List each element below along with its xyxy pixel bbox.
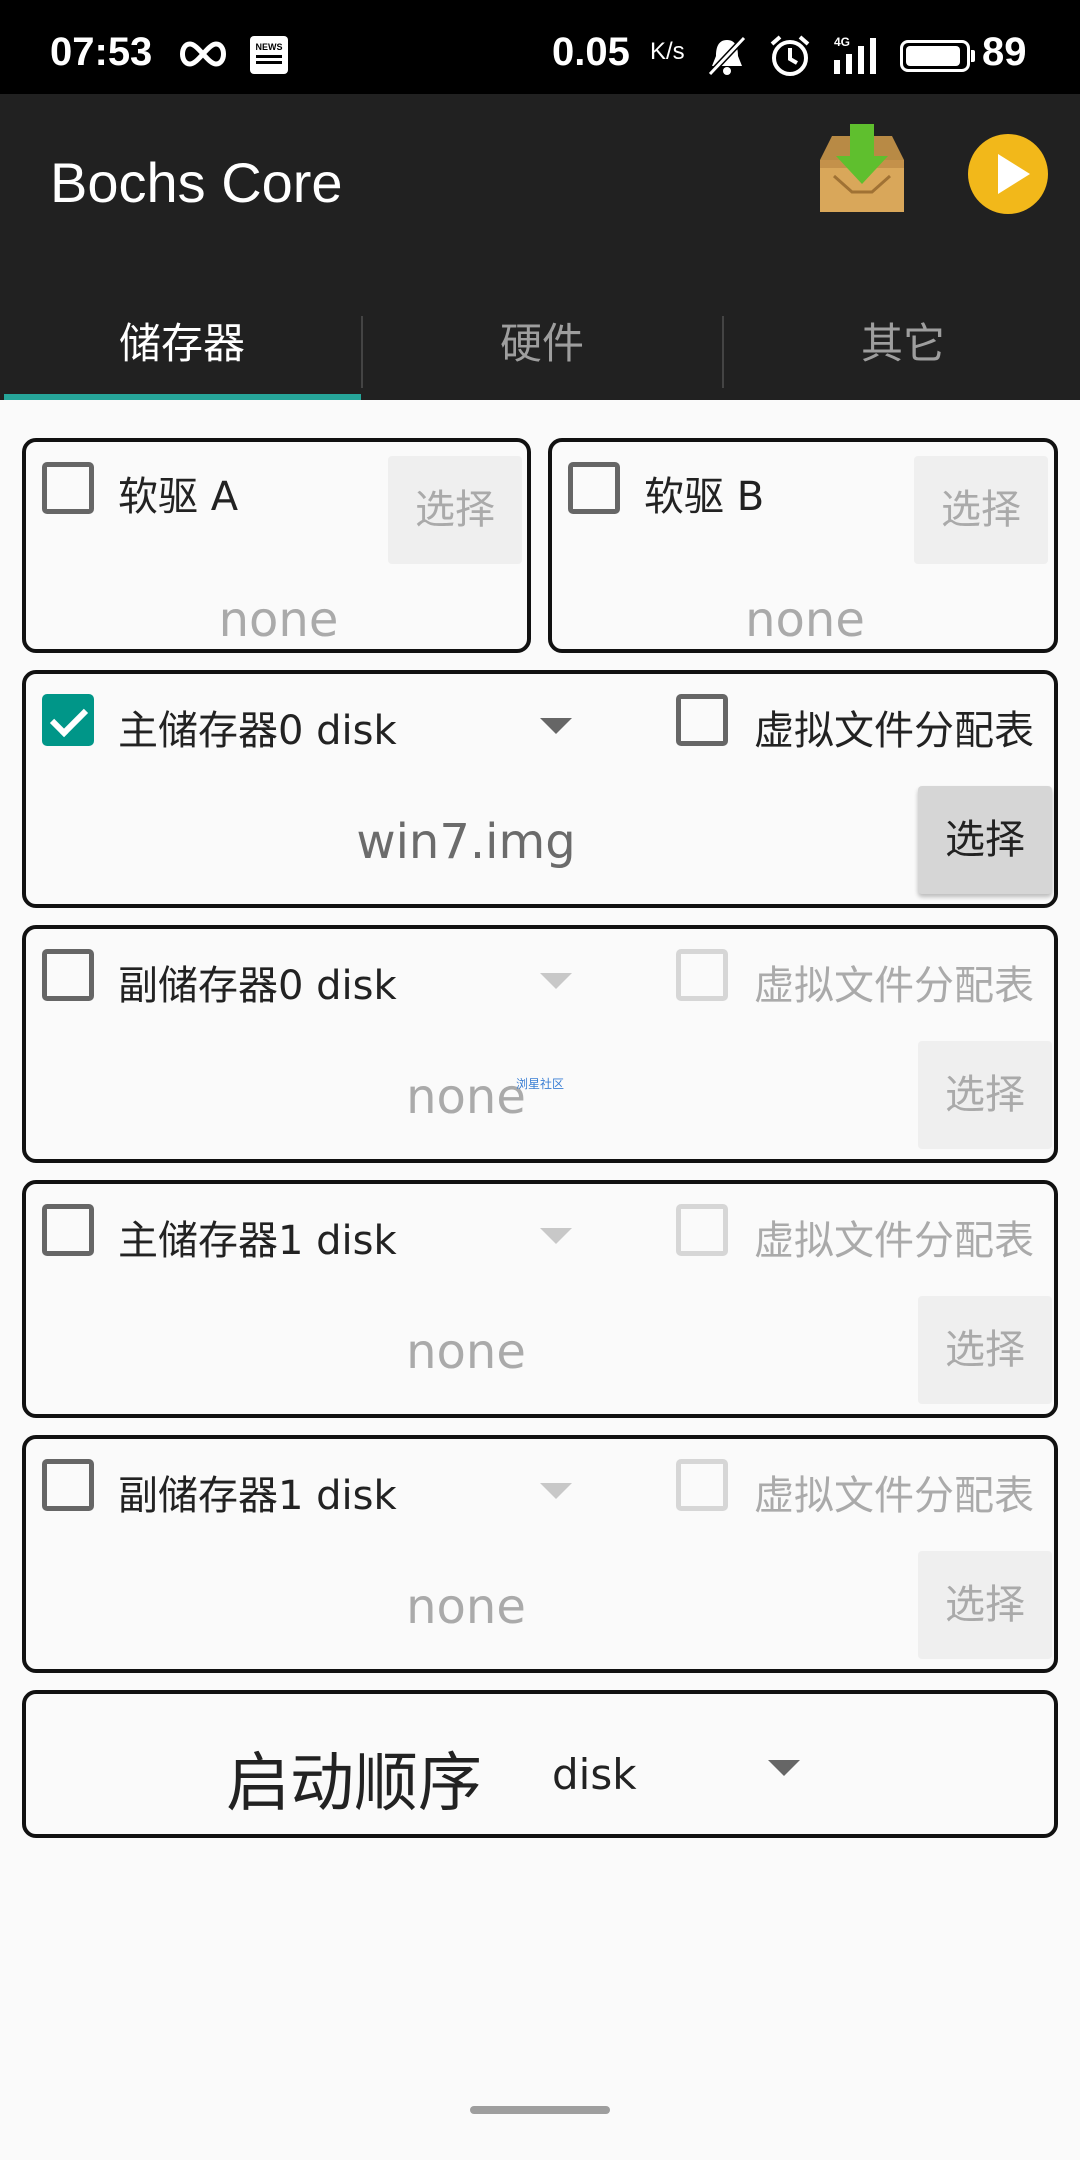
app-title: Bochs Core [50,151,343,214]
secondary-master-checkbox[interactable] [42,1204,94,1256]
floppy-b-select-button[interactable]: 选择 [914,456,1048,564]
network-speed-unit: K/s [650,38,685,65]
boot-order-dropdown[interactable] [768,1760,800,1776]
primary-slave-vfat-checkbox[interactable] [676,949,728,1001]
primary-slave-checkbox[interactable] [42,949,94,1001]
boot-order-card: 启动顺序 disk [22,1690,1058,1838]
primary-slave-label: 副储存器0 disk [118,963,397,1009]
tab-storage[interactable]: 储存器 [2,288,362,400]
primary-slave-dropdown[interactable] [540,973,572,989]
secondary-master-dropdown[interactable] [540,1228,572,1244]
floppy-b-file: none [745,592,865,648]
secondary-slave-vfat-checkbox[interactable] [676,1459,728,1511]
bell-muted-icon [707,36,747,76]
primary-slave-select-button[interactable]: 选择 [918,1041,1052,1149]
floppy-a-card: 软驱 A 选择 none [22,438,531,653]
primary-slave-card: 副储存器0 disk 虚拟文件分配表 none 浏星社区 选择 [22,925,1058,1163]
infinity-icon [180,41,226,67]
boot-order-label: 启动顺序 [226,1747,482,1821]
secondary-master-file: none [406,1324,526,1380]
alarm-icon [770,35,810,76]
download-box-icon[interactable] [812,120,912,220]
battery-level: 89 [982,30,1027,74]
primary-master-dropdown[interactable] [540,718,572,734]
secondary-master-label: 主储存器1 disk [118,1218,397,1264]
secondary-master-vfat-checkbox[interactable] [676,1204,728,1256]
primary-master-vfat-label: 虚拟文件分配表 [754,708,1034,754]
battery-icon [900,40,975,72]
tab-hardware[interactable]: 硬件 [362,288,722,400]
primary-slave-file: none [406,1069,526,1125]
primary-master-file: win7.img [356,814,576,870]
secondary-slave-vfat-label: 虚拟文件分配表 [754,1473,1034,1519]
svg-text:4G: 4G [834,35,850,49]
secondary-slave-file: none [406,1579,526,1635]
primary-master-label: 主储存器0 disk [118,708,397,754]
tab-bar: 储存器 硬件 其它 [0,288,1080,400]
secondary-slave-select-button[interactable]: 选择 [918,1551,1052,1659]
boot-order-value[interactable]: disk [552,1750,637,1799]
floppy-a-select-button[interactable]: 选择 [388,456,522,564]
network-speed: 0.05 [552,30,630,74]
watermark: 浏星社区 [516,1077,565,1091]
tab-indicator [4,394,361,400]
floppy-b-checkbox[interactable] [568,462,620,514]
app-bar: Bochs Core 储存器 硬件 其它 [0,94,1080,400]
floppy-b-card: 软驱 B 选择 none [548,438,1058,653]
floppy-a-checkbox[interactable] [42,462,94,514]
secondary-master-card: 主储存器1 disk 虚拟文件分配表 none 选择 [22,1180,1058,1418]
primary-master-vfat-checkbox[interactable] [676,694,728,746]
secondary-slave-label: 副储存器1 disk [118,1473,397,1519]
secondary-slave-dropdown[interactable] [540,1483,572,1499]
secondary-master-vfat-label: 虚拟文件分配表 [754,1218,1034,1264]
floppy-a-label: 软驱 A [118,474,239,520]
secondary-slave-card: 副储存器1 disk 虚拟文件分配表 none 选择 [22,1435,1058,1673]
signal-4g-icon: 4G [834,35,876,74]
play-button[interactable] [968,134,1048,214]
clock: 07:53 [50,30,153,74]
news-icon: NEWS [250,36,288,74]
home-indicator[interactable] [470,2106,610,2114]
primary-master-card: 主储存器0 disk 虚拟文件分配表 win7.img 选择 [22,670,1058,908]
primary-master-select-button[interactable]: 选择 [918,786,1052,894]
status-bar: 07:53 NEWS 0.05 K/s 4G 89 [0,0,1080,94]
secondary-master-select-button[interactable]: 选择 [918,1296,1052,1404]
floppy-a-file: none [218,592,339,648]
tab-other[interactable]: 其它 [723,288,1080,400]
secondary-slave-checkbox[interactable] [42,1459,94,1511]
floppy-b-label: 软驱 B [644,474,765,520]
primary-master-checkbox[interactable] [42,694,94,746]
primary-slave-vfat-label: 虚拟文件分配表 [754,963,1034,1009]
